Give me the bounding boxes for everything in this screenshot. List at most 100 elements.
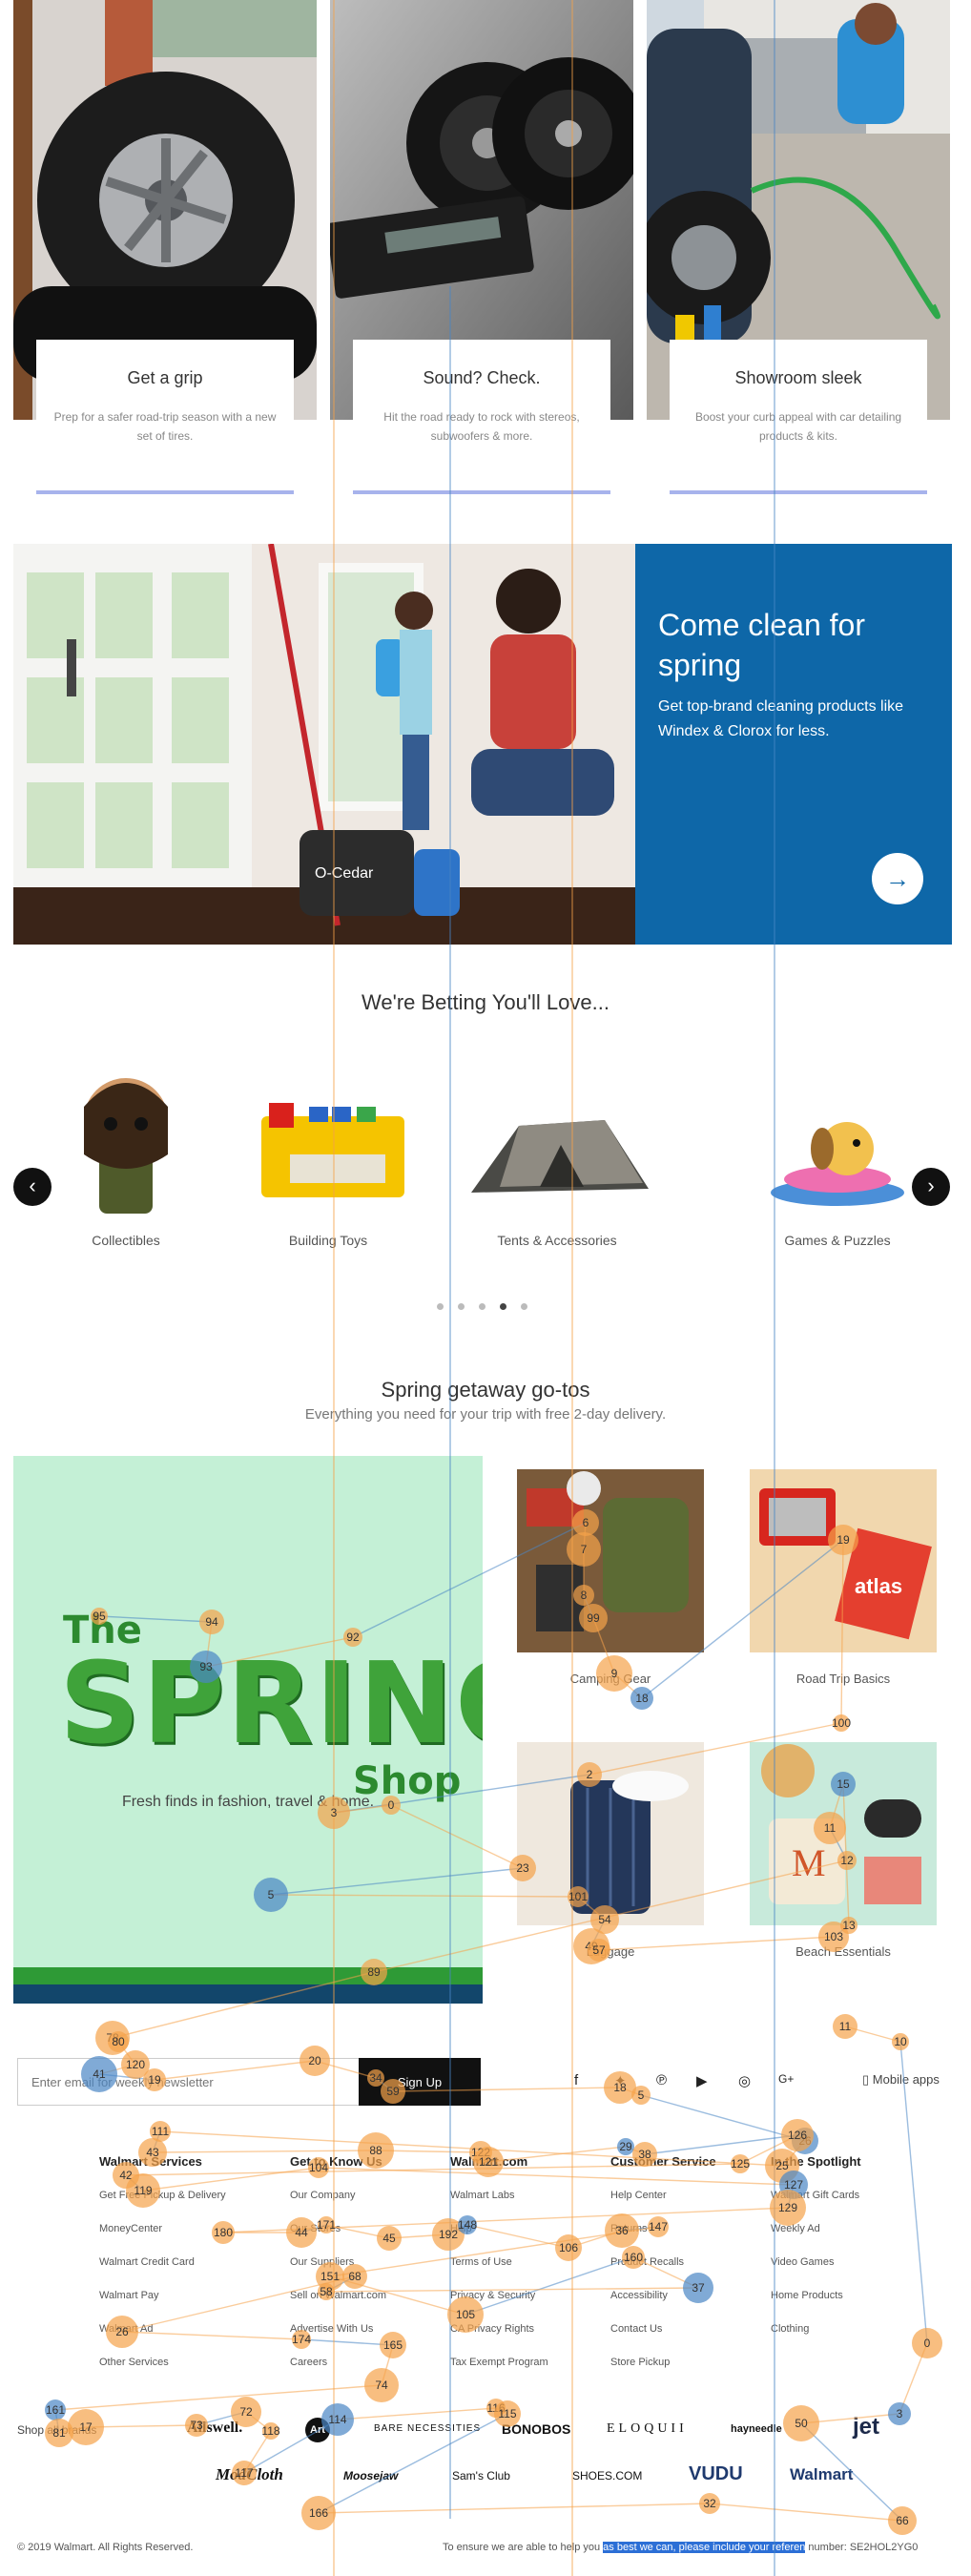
brand-eloquii[interactable]: ELOQUII (607, 2421, 688, 2437)
brand-vudu[interactable]: VUDU (689, 2463, 743, 2485)
carousel-dot[interactable] (437, 1303, 444, 1310)
carousel-item-building-toys[interactable]: Building Toys (233, 1069, 424, 1278)
gaze-point: 5 (631, 2086, 651, 2105)
footer-link[interactable]: Video Games (771, 2255, 961, 2289)
stripe-green (13, 1967, 483, 1984)
footer-link[interactable]: Home Products (771, 2289, 961, 2322)
carousel-item-label: Building Toys (288, 1233, 368, 1248)
brand-hayneedle[interactable]: hayneedle (731, 2423, 782, 2435)
shop-all-brands-link[interactable]: Shop all brands (17, 2423, 96, 2437)
gaze-point-number: 126 (788, 2129, 807, 2142)
tile-road-trip-basics[interactable]: atlas (750, 1469, 937, 1652)
gaze-point: 50 (783, 2405, 819, 2441)
brand-walmart[interactable]: Walmart (790, 2465, 853, 2484)
promo-card-tires[interactable]: Get a grip Prep for a safer road-trip se… (13, 0, 317, 506)
footer-link[interactable]: Walmart Credit Card (99, 2255, 290, 2289)
gaze-point: 11 (833, 2014, 857, 2039)
spring-shop-banner[interactable]: The SPRING Shop Fresh finds in fashion, … (13, 1456, 483, 2004)
carousel-item-label: Games & Puzzles (784, 1233, 891, 1248)
brand-sams-club[interactable]: Sam's Club (452, 2469, 510, 2483)
promo-card-detailing[interactable]: Showroom sleek Boost your curb appeal wi… (647, 0, 950, 506)
brand-bare-necessities[interactable]: BARE NECESSITIES (374, 2423, 481, 2434)
gaze-point: 166 (301, 2496, 336, 2530)
tile-label: Camping Gear (569, 1672, 651, 1686)
mobile-apps-link[interactable]: ▯ Mobile apps (862, 2072, 940, 2088)
brand-modcloth[interactable]: ModCloth (216, 2465, 283, 2484)
gaze-point: 80 (108, 2031, 129, 2052)
tile-camping-gear[interactable] (517, 1469, 704, 1652)
svg-text:atlas: atlas (855, 1574, 902, 1598)
gaze-point-number: 5 (638, 2088, 645, 2102)
spring-tagline: Fresh finds in fashion, travel & home. (121, 1794, 375, 1810)
carousel-dot[interactable] (479, 1303, 486, 1310)
gaze-path-segment (375, 2150, 482, 2153)
carousel-dot-active[interactable] (500, 1303, 506, 1310)
carousel-item-games[interactable]: Games & Puzzles (742, 1069, 933, 1278)
spring-section-title: Spring getaway go-tos (381, 1378, 590, 1402)
carousel-dot[interactable] (521, 1303, 527, 1310)
svg-text:M: M (792, 1841, 826, 1884)
gaze-path-segment (337, 2407, 497, 2420)
footer-link[interactable]: Clothing (771, 2322, 961, 2356)
brand-moosejaw[interactable]: Moosejaw (343, 2469, 398, 2483)
gaze-path-segment (85, 2424, 197, 2428)
brand-allswell[interactable]: Allswell. (187, 2420, 242, 2437)
gaze-point-number: 111 (152, 2125, 170, 2138)
gaze-point: 126 (781, 2119, 814, 2151)
newsletter-email-input[interactable] (17, 2058, 361, 2106)
brand-art[interactable]: Art (305, 2418, 330, 2442)
twitter-icon[interactable]: ✦ (614, 2072, 627, 2089)
brand-jet[interactable]: jet (853, 2414, 879, 2441)
footer-link[interactable]: Get Free Pickup & Delivery (99, 2189, 290, 2222)
youtube-icon[interactable]: ▶ (696, 2072, 708, 2089)
gaze-point-number: 3 (897, 2407, 903, 2420)
stripe-navy (13, 1984, 483, 2004)
tile-beach-essentials[interactable]: M (750, 1742, 937, 1925)
funko-figure-image (31, 1069, 221, 1221)
gaze-point-number: 166 (309, 2506, 328, 2520)
promo-description: Boost your curb appeal with car detailin… (694, 410, 902, 443)
promo-text-box: Sound? Check. Hit the road ready to rock… (353, 340, 610, 492)
footer-link[interactable]: Other Services (99, 2356, 290, 2389)
footer-column-heading: In the Spotlight (771, 2154, 861, 2169)
newsletter-signup-button[interactable]: Sign Up (359, 2058, 481, 2106)
promo-card-audio[interactable]: Sound? Check. Hit the road ready to rock… (330, 0, 633, 506)
gaze-path-segment (112, 2037, 119, 2043)
gaze-point: 111 (150, 2121, 171, 2142)
feedback-selected-text: as best we can, please include your refe… (603, 2542, 806, 2553)
brand-shoes-com[interactable]: SHOES.COM (572, 2469, 642, 2483)
gaze-point: 29 (617, 2138, 634, 2155)
instagram-icon[interactable]: ◎ (738, 2072, 751, 2089)
gaze-point-number: 100 (832, 1716, 851, 1730)
gaze-path-segment (844, 2025, 901, 2043)
footer-link[interactable]: Store Pickup (610, 2356, 801, 2389)
carousel-item-label: Tents & Accessories (497, 1233, 617, 1248)
gaze-path-segment (152, 2150, 377, 2153)
cleaning-hero-banner[interactable]: O-Cedar Come clean for spring Get top-br… (13, 544, 952, 945)
carousel-item-collectibles[interactable]: Collectibles (31, 1069, 221, 1278)
hero-arrow-button[interactable]: → (872, 853, 923, 904)
gaze-point: 66 (888, 2506, 917, 2535)
promo-underline (36, 490, 294, 494)
promo-title: Get a grip (127, 368, 203, 387)
footer-link[interactable]: Walmart Pay (99, 2289, 290, 2322)
google-plus-icon[interactable]: G+ (778, 2072, 794, 2086)
spring-logo-main: SPRING (59, 1637, 483, 1769)
hero-text-panel: Come clean for spring Get top-brand clea… (635, 544, 952, 945)
gaze-point-number: 115 (498, 2407, 516, 2420)
footer-link[interactable]: MoneyCenter (99, 2222, 290, 2255)
gaze-path-segment (625, 2146, 646, 2155)
footer-link[interactable]: Walmart Ad (99, 2322, 290, 2356)
pinterest-icon[interactable]: ℗ (656, 2072, 667, 2088)
tile-luggage[interactable] (517, 1742, 704, 1925)
brand-bonobos[interactable]: BONOBOS (502, 2421, 570, 2437)
carousel-item-tents[interactable]: Tents & Accessories (462, 1069, 652, 1278)
spring-section-subtitle: Everything you need for your trip with f… (304, 1406, 667, 1423)
footer-link[interactable]: Walmart Gift Cards (771, 2189, 961, 2222)
facebook-icon[interactable]: f (574, 2072, 578, 2088)
promo-text-box: Get a grip Prep for a safer road-trip se… (36, 340, 294, 492)
gaze-path-segment (833, 1924, 850, 1938)
gaze-point-number: 78 (106, 2031, 119, 2045)
carousel-dot[interactable] (458, 1303, 465, 1310)
footer-link[interactable]: Weekly Ad (771, 2222, 961, 2255)
